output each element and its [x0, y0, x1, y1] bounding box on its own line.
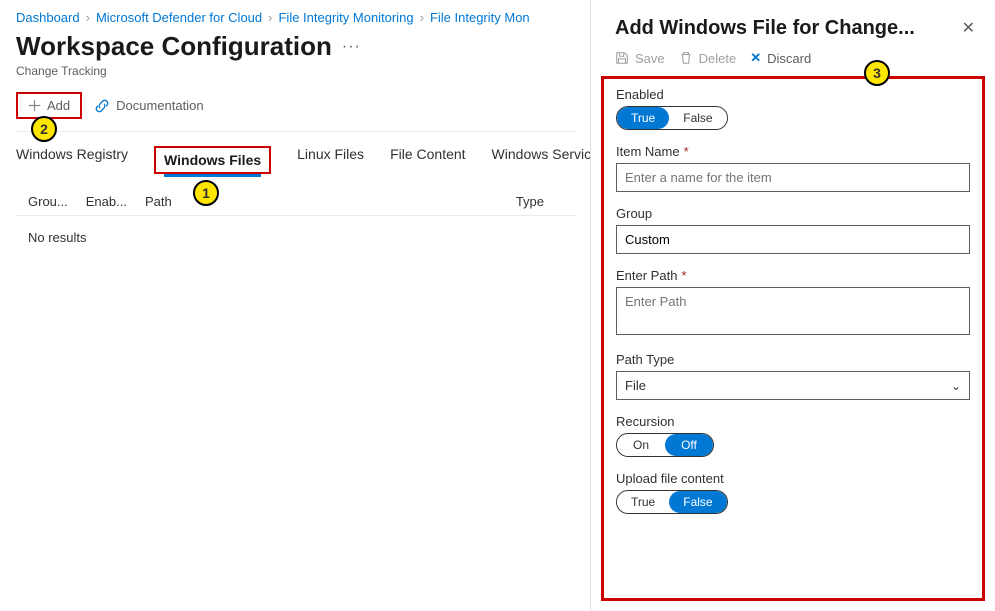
tab-windows-services[interactable]: Windows Services [492, 146, 606, 174]
column-enabled[interactable]: Enab... [86, 194, 127, 209]
close-icon: ✕ [750, 50, 761, 66]
delete-label: Delete [699, 51, 737, 66]
enabled-false[interactable]: False [669, 107, 726, 129]
tab-windows-registry[interactable]: Windows Registry [16, 146, 128, 174]
add-label: Add [47, 98, 70, 113]
path-type-value: File [625, 378, 646, 393]
tab-windows-files[interactable]: Windows Files [164, 152, 261, 177]
breadcrumb-item[interactable]: Microsoft Defender for Cloud [96, 10, 262, 25]
breadcrumb-item[interactable]: File Integrity Monitoring [278, 10, 413, 25]
recursion-off[interactable]: Off [665, 434, 713, 456]
enter-path-input[interactable] [616, 287, 970, 335]
enabled-label: Enabled [616, 87, 970, 102]
upload-label: Upload file content [616, 471, 970, 486]
item-name-label: Item Name* [616, 144, 970, 159]
item-name-input[interactable] [616, 163, 970, 192]
enabled-toggle[interactable]: True False [616, 106, 728, 130]
upload-true[interactable]: True [617, 491, 669, 513]
panel-title: Add Windows File for Change... [615, 16, 915, 40]
chevron-right-icon: › [268, 10, 272, 25]
group-input[interactable] [616, 225, 970, 254]
column-group[interactable]: Grou... [28, 194, 68, 209]
recursion-toggle[interactable]: On Off [616, 433, 714, 457]
more-actions-icon[interactable]: ··· [342, 38, 361, 56]
enter-path-label: Enter Path* [616, 268, 970, 283]
recursion-on[interactable]: On [617, 434, 665, 456]
annotation-badge-3: 3 [864, 60, 890, 86]
panel-toolbar: Save Delete ✕ Discard [591, 46, 995, 76]
panel-body: Enabled True False Item Name* Group Ente… [601, 76, 985, 601]
discard-button[interactable]: ✕ Discard [750, 50, 811, 66]
breadcrumb-item[interactable]: Dashboard [16, 10, 80, 25]
add-button[interactable]: Add [16, 92, 82, 119]
page-title: Workspace Configuration [16, 31, 332, 62]
upload-toggle[interactable]: True False [616, 490, 728, 514]
upload-false[interactable]: False [669, 491, 726, 513]
enabled-true[interactable]: True [617, 107, 669, 129]
breadcrumb-item[interactable]: File Integrity Mon [430, 10, 530, 25]
annotation-badge-1: 1 [193, 180, 219, 206]
discard-label: Discard [767, 51, 811, 66]
chevron-right-icon: › [420, 10, 424, 25]
save-button[interactable]: Save [615, 51, 665, 66]
save-label: Save [635, 51, 665, 66]
group-label: Group [616, 206, 970, 221]
chevron-right-icon: › [86, 10, 90, 25]
path-type-label: Path Type [616, 352, 970, 367]
annotation-highlight: Windows Files [154, 146, 271, 174]
link-icon [94, 98, 110, 114]
documentation-link[interactable]: Documentation [94, 98, 203, 114]
tab-linux-files[interactable]: Linux Files [297, 146, 364, 174]
table-header: Grou... Enab... Path Type [16, 194, 576, 209]
close-icon[interactable]: ✕ [960, 16, 977, 40]
column-type[interactable]: Type [516, 194, 564, 209]
annotation-badge-2: 2 [31, 116, 57, 142]
column-path[interactable]: Path [145, 194, 172, 209]
tab-file-content[interactable]: File Content [390, 146, 465, 174]
documentation-label: Documentation [116, 98, 203, 113]
recursion-label: Recursion [616, 414, 970, 429]
delete-button[interactable]: Delete [679, 51, 737, 66]
divider [16, 131, 576, 132]
path-type-select[interactable]: File ⌄ [616, 371, 970, 400]
chevron-down-icon: ⌄ [951, 379, 961, 393]
trash-icon [679, 51, 693, 65]
plus-icon [28, 99, 41, 112]
save-icon [615, 51, 629, 65]
side-panel: Add Windows File for Change... ✕ Save De… [590, 0, 995, 611]
